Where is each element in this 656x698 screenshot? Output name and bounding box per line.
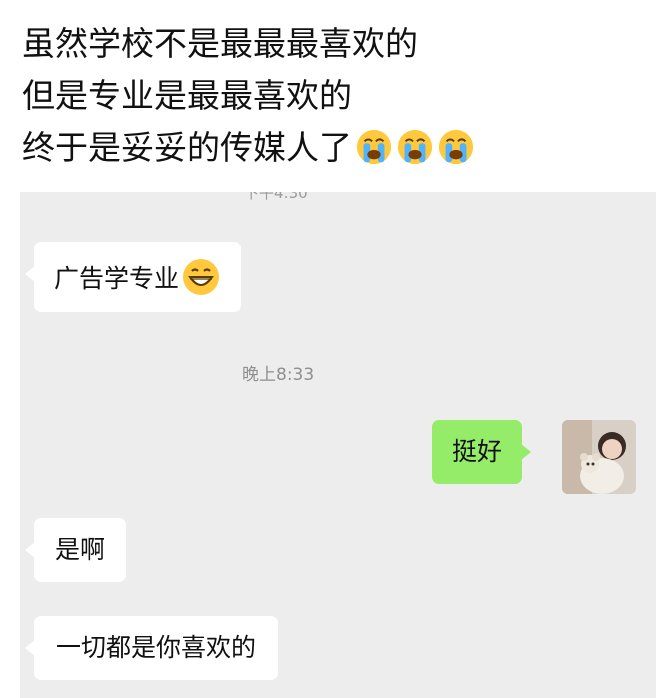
message-bubble-incoming[interactable]: 是啊 <box>24 518 127 582</box>
message-bubble-incoming[interactable]: 一切都是你喜欢的 <box>24 616 279 680</box>
headline-line-2: 但是专业是最最喜欢的 <box>22 76 352 115</box>
message-bubble-incoming[interactable]: 广告学专业 <box>24 242 242 312</box>
avatar-photo <box>562 420 636 494</box>
headline-line-1: 虽然学校不是最最最喜欢的 <box>22 24 418 63</box>
headline-line-3: 终于是妥妥的传媒人了 <box>22 122 475 174</box>
chat-screenshot: 下午4:30 广告学专业 晚上8:33 挺好 是啊 一切都是你喜欢的 <box>20 192 656 698</box>
post-headline: 虽然学校不是最最最喜欢的 但是专业是最最喜欢的 终于是妥妥的传媒人了 <box>22 18 475 174</box>
message-text: 广告学专业 <box>54 264 180 293</box>
crying-face-icon <box>438 129 474 165</box>
message-text: 挺好 <box>452 437 503 466</box>
crying-face-icon <box>356 129 392 165</box>
avatar[interactable] <box>562 420 636 494</box>
message-text: 一切都是你喜欢的 <box>56 633 257 662</box>
grinning-face-icon <box>183 259 220 295</box>
message-bubble-outgoing[interactable]: 挺好 <box>432 420 532 484</box>
time-separator: 晚上8:33 <box>242 365 315 385</box>
cut-off-timestamp: 下午4:30 <box>244 192 308 202</box>
crying-face-icon <box>397 129 433 165</box>
message-text: 是啊 <box>55 535 106 564</box>
headline-line-3-text: 终于是妥妥的传媒人了 <box>22 128 352 167</box>
